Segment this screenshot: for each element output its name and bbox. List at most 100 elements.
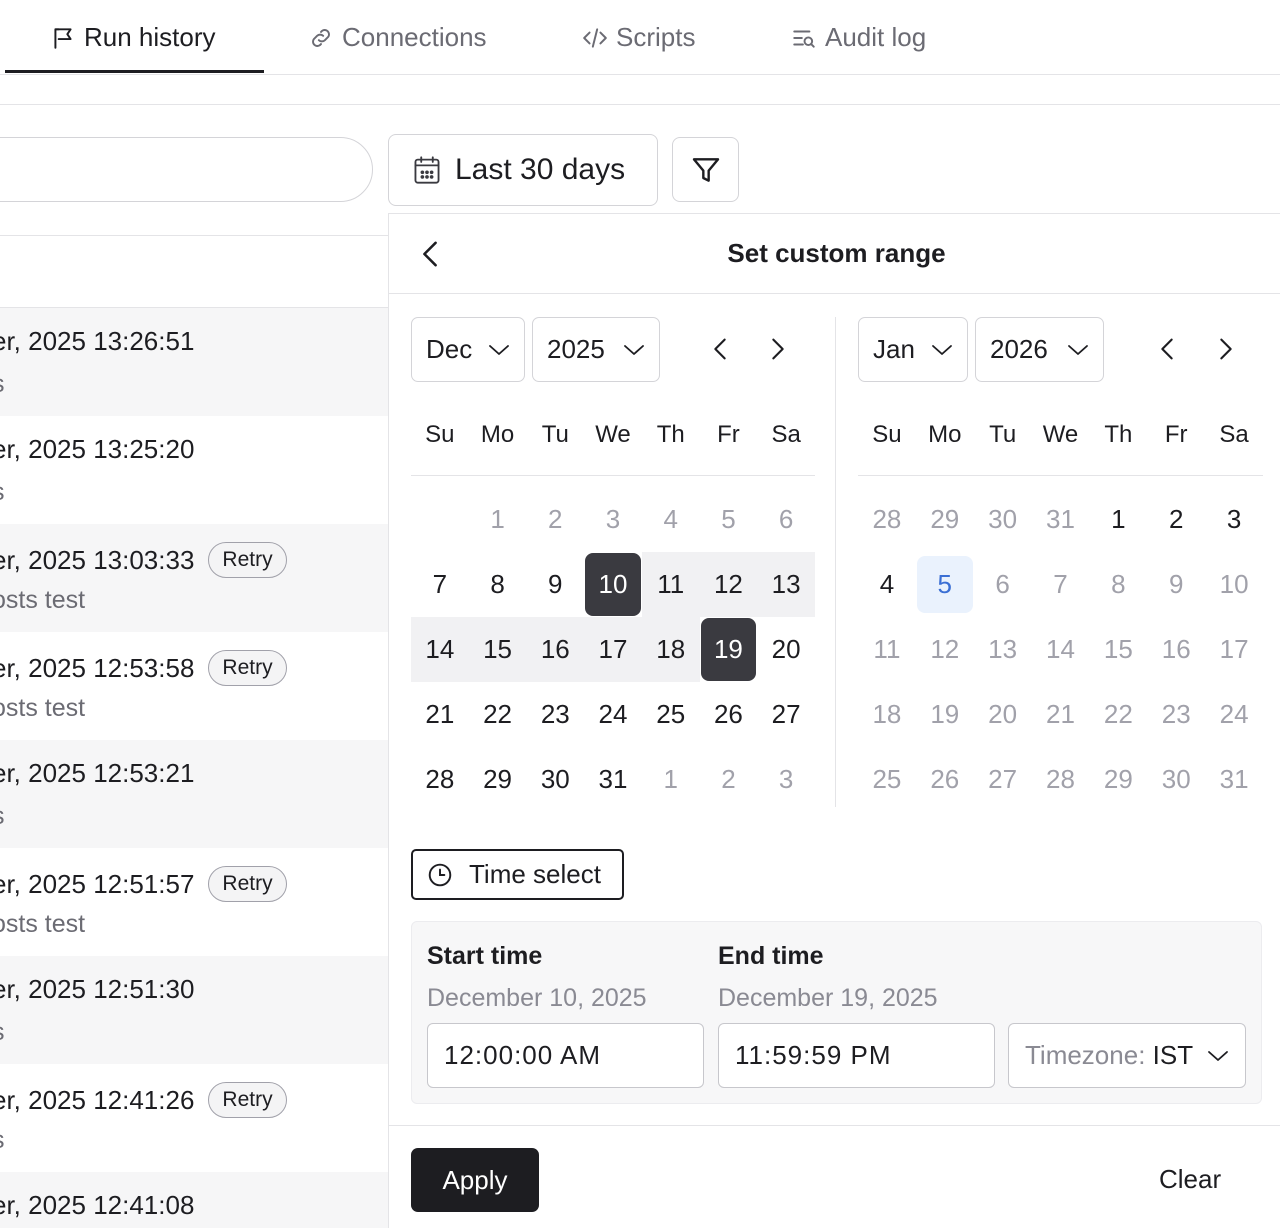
tab-scripts[interactable]: Scripts: [582, 0, 695, 75]
day-cell[interactable]: 21: [411, 682, 469, 747]
date-range-button[interactable]: Last 30 days: [388, 134, 658, 206]
day-cell[interactable]: 25: [858, 747, 916, 812]
start-time-input[interactable]: 12:00:00 AM: [427, 1023, 704, 1088]
day-cell[interactable]: 1: [469, 487, 527, 552]
next-month-button[interactable]: [1209, 332, 1243, 366]
month-select[interactable]: Jan: [858, 317, 968, 382]
day-cell[interactable]: 8: [469, 552, 527, 617]
prev-month-button[interactable]: [703, 332, 737, 366]
run-row[interactable]: er, 2025 12:51:57 Retry osts test: [0, 848, 388, 956]
day-cell[interactable]: 4: [642, 487, 700, 552]
day-cell[interactable]: 24: [584, 682, 642, 747]
run-row[interactable]: er, 2025 12:53:58 Retry osts test: [0, 632, 388, 740]
day-cell[interactable]: 10: [1205, 552, 1263, 617]
day-cell[interactable]: 3: [584, 487, 642, 552]
month-select[interactable]: Dec: [411, 317, 525, 382]
next-month-button[interactable]: [761, 332, 795, 366]
day-cell[interactable]: 27: [974, 747, 1032, 812]
day-cell[interactable]: 2: [526, 487, 584, 552]
run-row[interactable]: er, 2025 12:51:30 s: [0, 956, 388, 1064]
day-cell[interactable]: 10: [585, 553, 641, 616]
day-cell[interactable]: 31: [584, 747, 642, 812]
day-cell[interactable]: 28: [858, 487, 916, 552]
day-cell[interactable]: 19: [916, 682, 974, 747]
day-cell[interactable]: 1: [1089, 487, 1147, 552]
day-cell[interactable]: 13: [757, 552, 815, 617]
tab-audit-log[interactable]: Audit log: [791, 0, 926, 75]
day-cell[interactable]: 12: [916, 617, 974, 682]
search-input[interactable]: [0, 137, 373, 202]
day-cell[interactable]: 31: [1205, 747, 1263, 812]
year-select[interactable]: 2025: [532, 317, 660, 382]
day-cell[interactable]: 11: [641, 552, 700, 617]
day-cell[interactable]: 9: [1147, 552, 1205, 617]
back-button[interactable]: [415, 236, 445, 272]
day-cell[interactable]: 28: [1032, 747, 1090, 812]
day-cell[interactable]: 6: [757, 487, 815, 552]
day-cell[interactable]: 17: [1205, 617, 1263, 682]
run-row[interactable]: er, 2025 13:26:51 s: [0, 308, 388, 416]
day-cell[interactable]: 25: [642, 682, 700, 747]
run-row[interactable]: er, 2025 12:53:21 s: [0, 740, 388, 848]
day-cell[interactable]: 1: [642, 747, 700, 812]
day-cell[interactable]: 8: [1089, 552, 1147, 617]
day-cell[interactable]: 20: [757, 617, 815, 682]
day-cell[interactable]: 18: [641, 617, 700, 682]
day-cell[interactable]: 18: [858, 682, 916, 747]
filter-button[interactable]: [672, 137, 739, 202]
day-cell[interactable]: 5: [700, 487, 758, 552]
day-cell[interactable]: 28: [411, 747, 469, 812]
apply-button[interactable]: Apply: [411, 1148, 539, 1212]
timezone-select[interactable]: Timezone: IST: [1008, 1023, 1246, 1088]
day-cell[interactable]: 16: [1147, 617, 1205, 682]
day-cell[interactable]: 9: [526, 552, 584, 617]
day-cell[interactable]: 29: [1089, 747, 1147, 812]
day-cell[interactable]: 14: [1032, 617, 1090, 682]
day-cell[interactable]: 7: [411, 552, 469, 617]
run-row[interactable]: er, 2025 13:25:20 s: [0, 416, 388, 524]
day-cell[interactable]: 7: [1032, 552, 1090, 617]
day-cell[interactable]: 23: [526, 682, 584, 747]
day-cell[interactable]: 13: [974, 617, 1032, 682]
run-row[interactable]: er, 2025 12:41:26 Retry s: [0, 1064, 388, 1172]
day-cell[interactable]: 2: [1147, 487, 1205, 552]
day-cell[interactable]: 5: [916, 556, 973, 613]
day-cell[interactable]: 6: [974, 552, 1032, 617]
run-row[interactable]: er, 2025 12:41:08: [0, 1172, 388, 1228]
day-cell[interactable]: 29: [916, 487, 974, 552]
day-cell[interactable]: 11: [858, 617, 916, 682]
day-cell[interactable]: 30: [974, 487, 1032, 552]
day-cell[interactable]: 31: [1032, 487, 1090, 552]
day-cell[interactable]: 15: [1089, 617, 1147, 682]
run-row[interactable]: er, 2025 13:03:33 Retry osts test: [0, 524, 388, 632]
day-cell[interactable]: 22: [469, 682, 527, 747]
day-cell[interactable]: 29: [469, 747, 527, 812]
day-cell[interactable]: 15: [468, 617, 527, 682]
day-cell[interactable]: 4: [858, 552, 916, 617]
day-cell[interactable]: 3: [757, 747, 815, 812]
day-cell[interactable]: 26: [700, 682, 758, 747]
day-cell[interactable]: 24: [1205, 682, 1263, 747]
day-cell[interactable]: 14: [411, 617, 469, 682]
end-time-input[interactable]: 11:59:59 PM: [718, 1023, 995, 1088]
day-cell[interactable]: 20: [974, 682, 1032, 747]
prev-month-button[interactable]: [1150, 332, 1184, 366]
year-select[interactable]: 2026: [975, 317, 1104, 382]
day-cell[interactable]: 2: [700, 747, 758, 812]
day-cell[interactable]: 19: [700, 618, 757, 681]
day-cell[interactable]: 22: [1089, 682, 1147, 747]
day-cell[interactable]: 12: [699, 552, 758, 617]
day-cell[interactable]: 3: [1205, 487, 1263, 552]
day-cell[interactable]: 30: [1147, 747, 1205, 812]
day-cell[interactable]: 30: [526, 747, 584, 812]
day-cell[interactable]: 21: [1032, 682, 1090, 747]
day-cell[interactable]: 23: [1147, 682, 1205, 747]
day-cell[interactable]: 27: [757, 682, 815, 747]
time-select-toggle[interactable]: Time select: [411, 849, 624, 900]
day-cell[interactable]: 16: [526, 617, 585, 682]
day-cell[interactable]: 17: [584, 617, 642, 682]
tab-connections[interactable]: Connections: [308, 0, 487, 75]
tab-run-history[interactable]: Run history: [50, 0, 216, 75]
day-cell[interactable]: 26: [916, 747, 974, 812]
clear-button[interactable]: Clear: [1159, 1164, 1221, 1195]
